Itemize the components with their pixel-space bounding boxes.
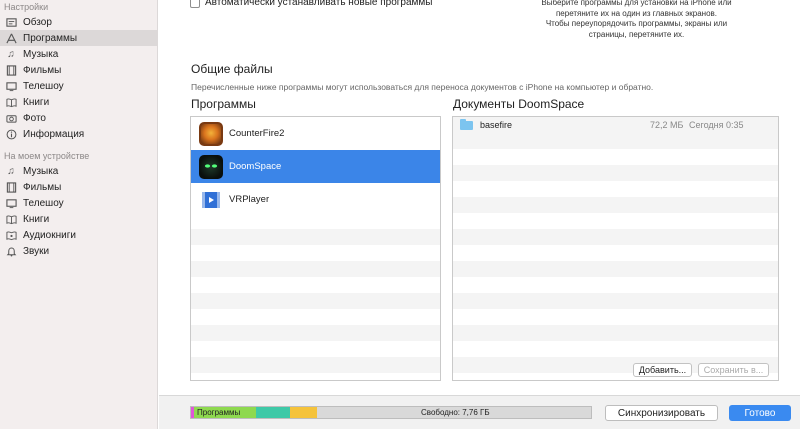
document-date: Сегодня 0:35 xyxy=(689,120,744,130)
sidebar-item-device-audiobooks[interactable]: Аудиокниги xyxy=(0,227,157,243)
app-row-counterfire2[interactable]: CounterFire2 xyxy=(191,117,440,150)
sidebar-item-label: Телешоу xyxy=(23,80,64,92)
camera-icon xyxy=(5,112,17,124)
counterfire-app-icon xyxy=(199,121,223,146)
storage-segment-other xyxy=(290,407,317,418)
storage-apps-label: Программы xyxy=(197,408,241,417)
music-icon: ♫ xyxy=(7,48,15,60)
sidebar-item-label: Звуки xyxy=(23,245,50,257)
info-icon xyxy=(5,128,17,140)
sidebar-item-label: Книги xyxy=(23,213,50,225)
hint-line: перетяните их на один из главных экранов… xyxy=(555,8,718,18)
folder-icon xyxy=(460,118,473,130)
tv-icon xyxy=(5,197,17,209)
sidebar-section-settings: Настройки xyxy=(4,2,49,12)
music-icon: ♫ xyxy=(7,165,15,177)
save-to-button[interactable]: Сохранить в... xyxy=(698,363,769,377)
sync-button[interactable]: Синхронизировать xyxy=(605,405,718,421)
summary-icon xyxy=(5,16,17,28)
audiobook-icon xyxy=(5,229,17,241)
document-name: basefire xyxy=(480,120,513,130)
apps-column-title: Программы xyxy=(191,97,256,111)
app-row-doomspace[interactable]: DoomSpace xyxy=(191,150,440,183)
sidebar-item-label: Музыка xyxy=(23,165,59,177)
sidebar-section-device: На моем устройстве xyxy=(4,151,90,161)
hint-line: Чтобы переупорядочить программы, экраны … xyxy=(545,19,728,28)
sidebar-item-books[interactable]: Книги xyxy=(0,94,157,110)
vrplayer-app-icon xyxy=(199,187,223,212)
sidebar-item-movies[interactable]: Фильмы xyxy=(0,62,157,78)
done-button[interactable]: Готово xyxy=(729,405,791,421)
storage-segment-documents xyxy=(256,407,290,418)
document-size: 72,2 МБ xyxy=(650,120,684,130)
app-name: DoomSpace xyxy=(229,161,282,172)
apps-icon xyxy=(5,32,17,44)
sidebar-item-label: Книги xyxy=(23,96,50,108)
sidebar-item-label: Фильмы xyxy=(23,64,62,76)
sidebar-item-device-tvshows[interactable]: Телешоу xyxy=(0,195,157,211)
sidebar-item-device-movies[interactable]: Фильмы xyxy=(0,179,157,195)
sidebar-item-label: Информация xyxy=(23,128,85,140)
app-row-vrplayer[interactable]: VRPlayer xyxy=(191,183,440,216)
app-name: CounterFire2 xyxy=(229,128,285,139)
hint-line: страницы, перетяните их. xyxy=(588,29,685,39)
sidebar: Настройки Обзор Программы ♫ Музыка Фильм… xyxy=(0,0,158,429)
tv-icon xyxy=(5,80,17,92)
sidebar-item-label: Фильмы xyxy=(23,181,62,193)
sidebar-item-apps[interactable]: Программы xyxy=(0,30,157,46)
book-icon xyxy=(5,213,17,225)
film-icon xyxy=(5,181,17,193)
auto-install-checkbox[interactable] xyxy=(190,0,200,8)
documents-column-title: Документы DoomSpace xyxy=(453,97,585,111)
shared-files-title: Общие файлы xyxy=(191,62,273,76)
sidebar-item-label: Аудиокниги xyxy=(23,229,76,241)
book-icon xyxy=(5,96,17,108)
sidebar-item-label: Обзор xyxy=(23,16,52,28)
sidebar-item-label: Телешоу xyxy=(23,197,64,209)
add-document-button[interactable]: Добавить... xyxy=(633,363,692,377)
sidebar-item-info[interactable]: Информация xyxy=(0,126,157,142)
auto-install-row[interactable]: Автоматически устанавливать новые програ… xyxy=(190,0,432,8)
shared-files-description: Перечисленные ниже программы могут испол… xyxy=(191,82,654,92)
document-row[interactable]: basefire 72,2 МБ Сегодня 0:35 xyxy=(453,117,778,133)
sidebar-item-label: Музыка xyxy=(23,48,59,60)
install-hint: Выберите программы для установки на iPho… xyxy=(529,0,744,40)
storage-bar: Программы Свободно: 7,76 ГБ xyxy=(190,406,592,419)
documents-list[interactable]: basefire 72,2 МБ Сегодня 0:35 Добавить..… xyxy=(452,116,779,381)
sidebar-item-device-tones[interactable]: Звуки xyxy=(0,243,157,259)
sidebar-item-label: Фото xyxy=(23,112,46,124)
hint-line: Выберите программы для установки на iPho… xyxy=(541,0,732,7)
sidebar-item-photos[interactable]: Фото xyxy=(0,110,157,126)
auto-install-label: Автоматически устанавливать новые програ… xyxy=(205,0,433,8)
sidebar-item-music[interactable]: ♫ Музыка xyxy=(0,46,157,62)
sidebar-item-device-books[interactable]: Книги xyxy=(0,211,157,227)
bell-icon xyxy=(5,245,17,257)
sidebar-item-device-music[interactable]: ♫ Музыка xyxy=(0,163,157,179)
doomspace-app-icon xyxy=(199,154,223,179)
sidebar-item-summary[interactable]: Обзор xyxy=(0,14,157,30)
storage-free-label: Свободно: 7,76 ГБ xyxy=(421,408,490,417)
main-content: Автоматически устанавливать новые програ… xyxy=(159,0,800,429)
sidebar-item-tvshows[interactable]: Телешоу xyxy=(0,78,157,94)
app-name: VRPlayer xyxy=(229,194,270,205)
film-icon xyxy=(5,64,17,76)
apps-list[interactable]: CounterFire2 DoomSpace VRPlayer xyxy=(190,116,441,381)
bottom-bar: Программы Свободно: 7,76 ГБ Синхронизиро… xyxy=(159,395,800,429)
sidebar-item-label: Программы xyxy=(23,32,78,44)
